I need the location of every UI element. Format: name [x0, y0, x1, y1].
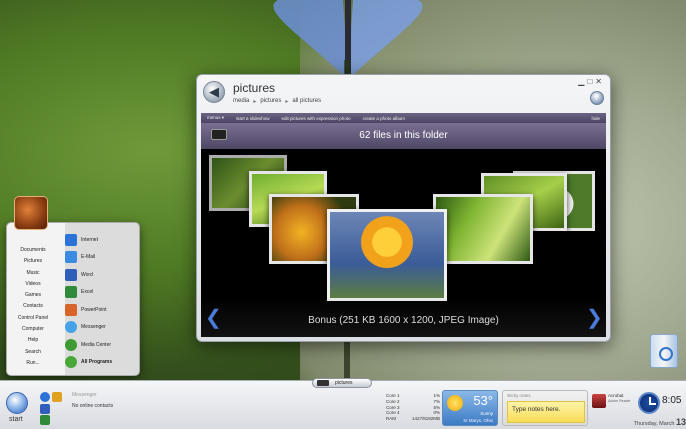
quicklaunch-mail-icon[interactable] — [52, 392, 62, 402]
clock-time[interactable]: 8:05 — [662, 395, 681, 406]
internet-icon — [65, 233, 77, 246]
window-controls: ▁ □ ✕ — [578, 77, 602, 86]
messenger-icon — [65, 321, 77, 334]
back-button[interactable]: ◀ — [203, 81, 225, 103]
folder-count: 62 files in this folder — [359, 130, 448, 141]
breadcrumb: media ▸ pictures ▸ all pictures — [233, 98, 321, 105]
app-name: Acrobat — [608, 393, 624, 398]
start-menu-help[interactable]: Help — [28, 335, 38, 346]
program-powerpoint[interactable]: PowerPoint — [65, 301, 137, 319]
messenger-title: Messenger — [72, 392, 97, 398]
menus-button[interactable]: menus ▾ — [207, 115, 224, 121]
powerpoint-icon — [65, 303, 77, 316]
quicklaunch-excel-icon[interactable] — [40, 415, 50, 425]
start-menu-computer[interactable]: Computer — [22, 324, 44, 335]
selected-photo[interactable] — [327, 209, 447, 301]
weather-location: St Marys, Ohio — [463, 418, 493, 423]
start-menu-places: Documents Pictures Music Videos Games Co… — [7, 245, 59, 369]
window-thumbnail-icon — [317, 380, 329, 386]
photo-thumbnail[interactable] — [433, 194, 533, 264]
start-menu-run[interactable]: Run... — [26, 358, 39, 369]
breadcrumb-pictures[interactable]: pictures — [260, 98, 281, 105]
start-menu-games[interactable]: Games — [25, 290, 41, 301]
minimize-icon[interactable]: ▁ — [578, 77, 584, 86]
notes-title: sticky notes — [507, 393, 531, 398]
program-email[interactable]: E-Mail — [65, 249, 137, 267]
breadcrumb-separator-icon: ▸ — [285, 99, 289, 105]
start-menu-programs: Internet E-Mail Word Excel PowerPoint Me… — [65, 231, 137, 371]
maximize-icon[interactable]: □ — [587, 77, 592, 86]
excel-icon — [65, 286, 77, 299]
pictures-window[interactable]: ◀ pictures media ▸ pictures ▸ all pictur… — [196, 74, 611, 342]
program-excel[interactable]: Excel — [65, 284, 137, 302]
photo-caption: Bonus (251 KB 1600 x 1200, JPEG Image) — [308, 315, 499, 326]
quicklaunch-word-icon[interactable] — [40, 404, 50, 414]
breadcrumb-separator-icon: ▸ — [253, 99, 257, 105]
create-album-button[interactable]: create a photo album — [363, 116, 405, 121]
breadcrumb-all-pictures[interactable]: all pictures — [292, 98, 321, 105]
arrow-right-icon — [65, 356, 77, 369]
messenger-status[interactable]: No online contacts — [72, 403, 113, 409]
weather-widget[interactable]: 53° Sunny St Marys, Ohio — [442, 390, 498, 426]
weather-temperature: 53° — [473, 393, 493, 408]
program-messenger[interactable]: Messenger — [65, 319, 137, 337]
clock-icon[interactable] — [638, 392, 660, 414]
cpu-meter-widget: Core 1 1% Core 2 7% Core 3 5% Core 4 0% RAM 1… — [386, 393, 440, 422]
clock-date[interactable]: Thursday, March 13 — [628, 417, 686, 427]
start-menu: Documents Pictures Music Videos Games Co… — [6, 222, 140, 376]
acrobat-icon — [592, 394, 606, 408]
start-menu-pictures[interactable]: Pictures — [24, 256, 42, 267]
program-word[interactable]: Word — [65, 266, 137, 284]
user-picture[interactable] — [14, 196, 48, 230]
sun-icon — [447, 395, 463, 411]
start-menu-contacts[interactable]: Contacts — [23, 301, 43, 312]
command-toolbar: menus ▾ start a slideshow edit pictures … — [201, 113, 606, 123]
slideshow-button[interactable]: start a slideshow — [236, 116, 270, 121]
all-programs-button[interactable]: All Programs — [65, 354, 137, 372]
start-menu-documents[interactable]: Documents — [20, 245, 45, 256]
start-menu-videos[interactable]: Videos — [25, 279, 40, 290]
help-icon[interactable]: ? — [590, 91, 604, 105]
close-icon[interactable]: ✕ — [595, 77, 602, 86]
program-media-center[interactable]: Media Center — [65, 336, 137, 354]
hide-button[interactable]: hide — [591, 116, 600, 121]
email-icon — [65, 251, 77, 264]
start-button[interactable] — [6, 392, 28, 414]
taskbar-pictures-button[interactable]: pictures — [312, 378, 372, 388]
start-menu-control-panel[interactable]: Control Panel — [18, 313, 48, 324]
quicklaunch-ie-icon[interactable] — [40, 392, 50, 402]
app-subtitle: Adobe Reader — [608, 399, 631, 403]
program-internet[interactable]: Internet — [65, 231, 137, 249]
start-menu-music[interactable]: Music — [26, 268, 39, 279]
word-icon — [65, 268, 77, 281]
weather-condition: Sunny — [480, 411, 493, 416]
notes-input[interactable]: Type notes here. — [507, 401, 585, 423]
breadcrumb-media[interactable]: media — [233, 98, 249, 105]
media-center-icon — [65, 338, 77, 351]
photo-carousel[interactable]: ❮ ❯ Bonus (251 KB 1600 x 1200, JPEG Imag… — [201, 149, 606, 337]
start-menu-search[interactable]: Search — [25, 347, 41, 358]
start-label: start — [9, 416, 23, 423]
folder-header: 62 files in this folder — [201, 123, 606, 149]
sticky-notes-widget: sticky notes Type notes here. — [502, 390, 588, 426]
recycle-bin-icon[interactable] — [650, 334, 678, 368]
window-title: pictures — [233, 81, 276, 95]
window-header: ◀ pictures media ▸ pictures ▸ all pictur… — [197, 75, 610, 111]
edit-photo-button[interactable]: edit pictures with expression photo — [282, 116, 351, 121]
